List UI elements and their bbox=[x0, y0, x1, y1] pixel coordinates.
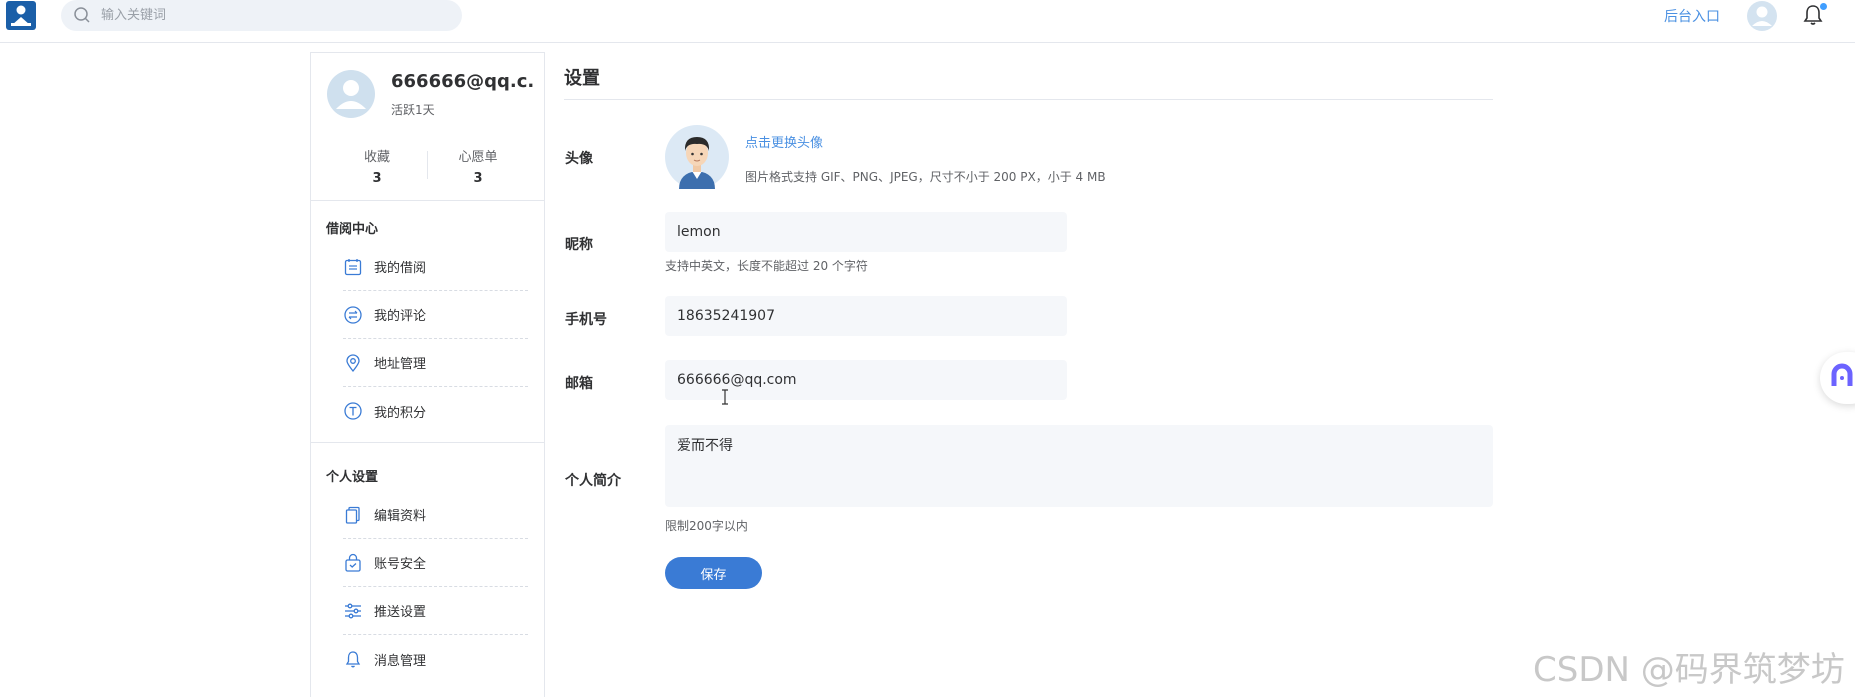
nickname-hint: 支持中英文，长度不能超过 20 个字符 bbox=[665, 259, 868, 273]
stat-label: 收藏 bbox=[363, 150, 390, 165]
sidebar-item-label: 消息管理 bbox=[374, 653, 427, 669]
bio-label: 个人简介 bbox=[565, 473, 621, 489]
phone-label: 手机号 bbox=[565, 312, 607, 328]
sidebar-group-borrow-center: 借阅中心 我的借阅 我的评论 地址管理 我的积分 bbox=[311, 213, 544, 443]
sidebar-item-message-management[interactable]: 消息管理 bbox=[343, 635, 528, 683]
bell-icon bbox=[345, 651, 361, 668]
stat-wishlist[interactable]: 心愿单 3 bbox=[438, 146, 518, 186]
sidebar-group-title: 借阅中心 bbox=[326, 222, 379, 237]
email-label: 邮箱 bbox=[565, 376, 593, 392]
phone-input[interactable] bbox=[665, 296, 1067, 336]
stat-label: 心愿单 bbox=[458, 150, 498, 165]
sidebar-item-my-borrowing[interactable]: 我的借阅 bbox=[343, 243, 528, 291]
top-bar: 后台入口 bbox=[0, 0, 1855, 43]
profile-avatar-icon[interactable] bbox=[326, 69, 376, 119]
comment-exchange-icon bbox=[344, 305, 362, 324]
admin-entry-link[interactable]: 后台入口 bbox=[1664, 6, 1720, 26]
nickname-label: 昵称 bbox=[565, 237, 593, 253]
sidebar-group-personal-settings: 个人设置 编辑资料 账号安全 推送设置 消息管理 bbox=[311, 465, 544, 683]
profile-username: 666666@qq.c... bbox=[391, 71, 536, 92]
assistant-icon bbox=[1831, 363, 1853, 386]
sidebar-item-label: 地址管理 bbox=[374, 357, 427, 372]
calendar-icon bbox=[344, 258, 362, 275]
sidebar-item-label: 我的积分 bbox=[374, 405, 427, 421]
bio-textarea[interactable]: 爱而不得 bbox=[665, 425, 1493, 507]
search-input[interactable] bbox=[101, 0, 441, 31]
sidebar-item-points[interactable]: 我的积分 bbox=[343, 387, 528, 435]
text-cursor-icon bbox=[722, 389, 728, 405]
sidebar-item-label: 账号安全 bbox=[374, 557, 427, 572]
sidebar-item-account-security[interactable]: 账号安全 bbox=[343, 539, 528, 587]
user-avatar-image[interactable] bbox=[665, 125, 729, 189]
page-title: 设置 bbox=[564, 68, 600, 89]
sidebar-item-label: 我的借阅 bbox=[374, 261, 427, 276]
sidebar-item-address[interactable]: 地址管理 bbox=[343, 339, 528, 387]
edit-docs-icon bbox=[345, 506, 360, 524]
watermark: CSDN @码界筑梦坊 bbox=[1533, 650, 1845, 690]
profile-active-days: 活跃1天 bbox=[391, 103, 435, 117]
stat-value: 3 bbox=[473, 171, 483, 186]
notification-dot bbox=[1820, 3, 1827, 10]
save-button[interactable]: 保存 bbox=[665, 557, 762, 589]
library-logo-icon bbox=[11, 5, 31, 26]
shield-bag-icon bbox=[345, 553, 361, 572]
stat-favorites[interactable]: 收藏 3 bbox=[337, 146, 417, 186]
sidebar-item-edit-profile[interactable]: 编辑资料 bbox=[343, 491, 528, 539]
profile-card: 666666@qq.c... 活跃1天 收藏 3 心愿单 3 bbox=[311, 53, 544, 201]
sliders-icon bbox=[345, 603, 361, 618]
sidebar-item-my-comments[interactable]: 我的评论 bbox=[343, 291, 528, 339]
avatar-format-hint: 图片格式支持 GIF、PNG、JPEG，尺寸不小于 200 PX，小于 4 MB bbox=[745, 170, 1106, 184]
floating-assistant-button[interactable] bbox=[1820, 352, 1855, 404]
sidebar-item-label: 我的评论 bbox=[374, 309, 427, 324]
points-icon bbox=[344, 402, 362, 420]
change-avatar-link[interactable]: 点击更换头像 bbox=[745, 132, 823, 151]
stat-value: 3 bbox=[372, 171, 382, 186]
search-bar bbox=[61, 0, 462, 31]
sidebar-item-label: 编辑资料 bbox=[374, 509, 427, 524]
stat-divider bbox=[427, 151, 428, 179]
location-icon bbox=[346, 353, 360, 372]
bio-hint: 限制200字以内 bbox=[665, 519, 748, 533]
user-avatar-icon[interactable] bbox=[1745, 0, 1779, 32]
sidebar-item-push-settings[interactable]: 推送设置 bbox=[343, 587, 528, 635]
sidebar: 666666@qq.c... 活跃1天 收藏 3 心愿单 3 借阅中心 我的借阅 bbox=[310, 52, 545, 697]
nickname-input[interactable] bbox=[665, 212, 1067, 252]
logo[interactable] bbox=[6, 1, 36, 30]
title-divider bbox=[564, 99, 1493, 100]
search-icon bbox=[74, 7, 90, 23]
sidebar-group-title: 个人设置 bbox=[326, 470, 379, 485]
avatar-label: 头像 bbox=[565, 151, 593, 167]
sidebar-item-label: 推送设置 bbox=[374, 605, 427, 620]
